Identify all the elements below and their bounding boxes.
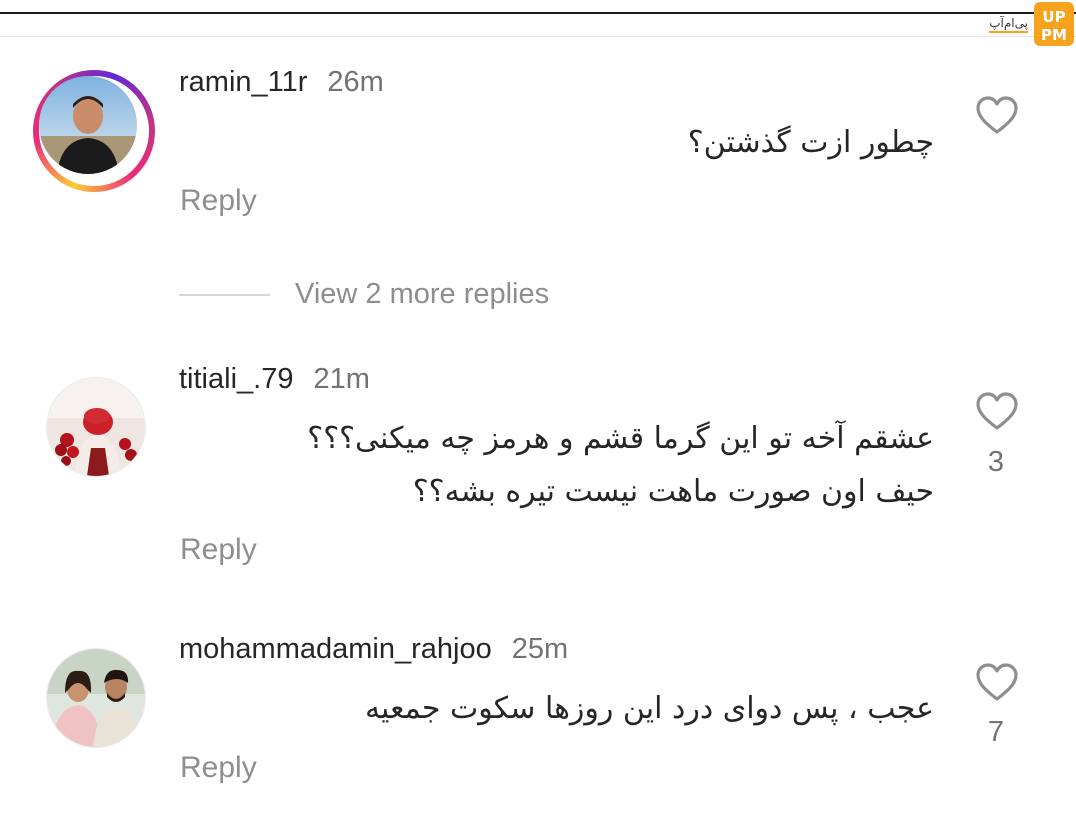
- comment-header: ramin_11r 26m: [179, 66, 384, 99]
- like-count: 3: [987, 446, 1005, 478]
- story-ring[interactable]: [33, 70, 155, 192]
- avatar[interactable]: [47, 649, 145, 747]
- avatar[interactable]: [39, 76, 137, 174]
- comment-line: چطور ازت گذشتن؟: [687, 125, 934, 160]
- reply-button[interactable]: Reply: [180, 184, 257, 218]
- svg-text:UP: UP: [1042, 8, 1065, 26]
- watermark-text: پی‌ام‌آپ: [989, 16, 1028, 33]
- avatar-frame[interactable]: [46, 377, 146, 477]
- timestamp: 26m: [327, 66, 384, 98]
- username[interactable]: titiali_.79: [179, 363, 293, 395]
- like-count: 7: [987, 716, 1005, 748]
- comment-text: عجب ، پس دوای درد این روزها سکوت جمعیه: [365, 682, 934, 735]
- watermark-logo: UP PM: [1034, 2, 1074, 46]
- username[interactable]: ramin_11r: [179, 66, 307, 98]
- reply-button[interactable]: Reply: [180, 533, 257, 567]
- avatar[interactable]: [47, 378, 145, 476]
- heart-icon[interactable]: [975, 662, 1019, 702]
- replies-divider: [179, 293, 270, 296]
- timestamp: 21m: [313, 363, 370, 395]
- comment-line: عجب ، پس دوای درد این روزها سکوت جمعیه: [364, 691, 934, 726]
- view-replies-label[interactable]: View 2 more replies: [295, 278, 549, 311]
- username[interactable]: mohammadamin_rahjoo: [179, 633, 492, 665]
- view-more-replies[interactable]: View 2 more replies: [179, 278, 549, 311]
- comment-text: عشقم آخه تو این گرما قشم و هرمز چه میکنی…: [307, 412, 934, 518]
- comment-header: mohammadamin_rahjoo 25m: [179, 633, 568, 666]
- watermark: پی‌ام‌آپ UP PM: [989, 2, 1074, 46]
- comment-line: عشقم آخه تو این گرما قشم و هرمز چه میکنی…: [307, 421, 934, 456]
- heart-icon[interactable]: [975, 95, 1019, 135]
- svg-text:PM: PM: [1041, 26, 1067, 44]
- avatar-frame[interactable]: [46, 648, 146, 748]
- comment-line: حیف اون صورت ماهت نیست تیره بشه؟؟: [412, 474, 934, 509]
- comment-text: چطور ازت گذشتن؟: [688, 116, 934, 169]
- reply-button[interactable]: Reply: [180, 751, 257, 785]
- timestamp: 25m: [511, 633, 569, 665]
- comment-header: titiali_.79 21m: [179, 363, 370, 396]
- top-divider: [0, 36, 1076, 37]
- heart-icon[interactable]: [975, 391, 1019, 431]
- top-border: [0, 12, 1076, 14]
